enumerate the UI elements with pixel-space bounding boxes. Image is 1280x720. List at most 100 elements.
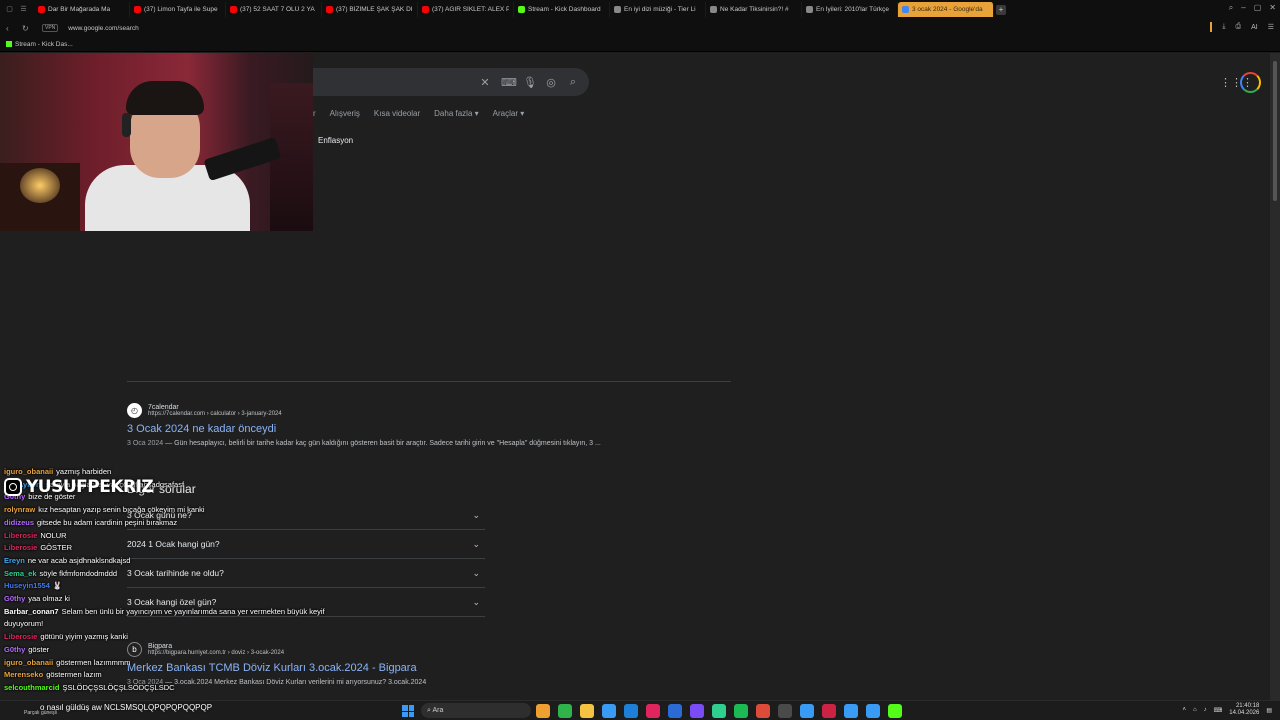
close-icon[interactable]: ✕ [1269, 3, 1276, 13]
scrollbar[interactable] [1270, 53, 1280, 700]
tab-favicon-icon [326, 6, 333, 13]
chat-username: iguro_obanaii [4, 657, 54, 667]
minimize-icon[interactable]: – [1241, 3, 1245, 13]
bookmark-kick-dashboard[interactable]: Stream - Kick Das... [15, 41, 73, 48]
network-icon[interactable]: ⌂ [1193, 707, 1197, 713]
tab-favicon-icon [422, 6, 429, 13]
maximize-icon[interactable]: ▢ [1254, 3, 1262, 13]
instagram-handle: YUSUFPEKRIZ [4, 477, 154, 497]
sidebar-toggle-icon[interactable]: ▢ [5, 5, 14, 14]
taskbar-app-icon[interactable] [602, 704, 616, 718]
clear-icon[interactable]: ✕ [479, 76, 491, 89]
search-filters: r Alışveriş Kısa videolar Daha fazla ▾ Araçl… [313, 109, 524, 118]
taskbar-search[interactable]: ⌕ Ara [421, 703, 531, 718]
result-url[interactable]: https://7calendar.com › calculator › 3-j… [148, 411, 282, 417]
chevron-down-icon[interactable]: ⌄ [472, 568, 485, 579]
filter-tab[interactable]: Araçlar ▾ [493, 109, 525, 118]
browser-tab[interactable]: (37) Limon Tayfa ile Supe [130, 2, 226, 17]
browser-tab[interactable]: 3 ocak 2024 - Google'da [898, 2, 994, 17]
chat-username: Liberosie [4, 530, 38, 540]
taskbar-app-icon[interactable] [844, 704, 858, 718]
taskbar-app-icon[interactable] [778, 704, 792, 718]
taskbar-app-icon[interactable] [646, 704, 660, 718]
address-bar: ‹ ↻ VPN www.google.com/search ⤓ ⎙ AI ☰ [0, 19, 1280, 37]
search-icon[interactable]: ⌕ [567, 76, 579, 89]
microphone-icon[interactable]: 🎙 [523, 76, 537, 89]
browser-tab[interactable]: Dar Bir Mağarada Ma [34, 2, 130, 17]
stream-chat: iguro_obanaii yazmış harbiden AyoAyberk sar… [4, 466, 334, 695]
taskbar-app-icon[interactable] [580, 704, 594, 718]
browser-tab[interactable]: Stream - Kick Dashboard [514, 2, 610, 17]
search-tabs-icon[interactable]: ⌕ [1229, 3, 1233, 13]
result-title[interactable]: 3 Ocak 2024 ne kadar önceydi [127, 423, 727, 435]
tab-label: (37) BİZİMLE ŞAK ŞAK DI [336, 6, 413, 13]
tab-label: Stream - Kick Dashboard [528, 6, 601, 13]
url-field[interactable]: www.google.com/search [68, 25, 138, 32]
taskbar-app-icon[interactable] [536, 704, 550, 718]
tray-chevron-icon[interactable]: ˄ [1182, 707, 1186, 713]
taskbar-app-icon[interactable] [558, 704, 572, 718]
account-avatar[interactable] [1240, 72, 1261, 93]
filter-tab[interactable]: Daha fazla ▾ [434, 109, 478, 118]
tab-label: Dar Bir Mağarada Ma [48, 6, 111, 13]
browser-tab[interactable]: En iyi dizi müziği - Tier Li [610, 2, 706, 17]
back-icon[interactable]: ‹ [6, 24, 16, 33]
browser-tab[interactable]: (37) AĞIR SIKLET: ALEX P [418, 2, 514, 17]
chat-message: didizeus gitsede bu adam icardinin peşini… [4, 517, 334, 530]
taskbar-app-icon[interactable] [668, 704, 682, 718]
taskbar-app-icon[interactable] [712, 704, 726, 718]
vpn-badge[interactable]: VPN [42, 24, 59, 32]
browser-tab[interactable]: (37) 52 SAAT 7 ÖLÜ 2 YA [226, 2, 322, 17]
tab-label: En iyi dizi müziği - Tier Li [624, 6, 696, 13]
chat-username: didizeus [4, 517, 35, 527]
taskbar-app-icon[interactable] [690, 704, 704, 718]
chat-text: yazmış harbiden [56, 467, 112, 476]
tab-favicon-icon [518, 6, 525, 13]
filter-tab[interactable]: Kısa videolar [374, 109, 420, 118]
taskbar-app-icon[interactable] [800, 704, 814, 718]
browser-tab[interactable]: Ne Kadar Tiksinirsin?! # [706, 2, 802, 17]
scrollbar-thumb[interactable] [1273, 61, 1277, 201]
language-icon[interactable]: ⌨ [1214, 707, 1223, 714]
search-input[interactable]: ✕ ⌨ 🎙 ◎ ⌕ [313, 68, 589, 96]
extensions-icon[interactable]: ⎙ [1235, 23, 1241, 31]
new-tab-button[interactable]: + [996, 4, 1006, 15]
tab-favicon-icon [38, 6, 45, 13]
chat-text: kız hesaptan yazıp senin bıçağa çökeyim … [38, 505, 205, 515]
chevron-down-icon[interactable]: ⌄ [472, 539, 485, 550]
site-favicon: ◴ [127, 403, 142, 418]
menu-icon[interactable]: ☰ [1268, 23, 1274, 31]
taskbar-app-icon[interactable] [888, 704, 902, 718]
chevron-down-icon[interactable]: ⌄ [472, 510, 485, 521]
windows-start-icon[interactable] [402, 705, 414, 717]
chat-username: Barbar_conan7 [4, 606, 59, 616]
search-result: ◴ 7calendar https://7calendar.com › calc… [127, 403, 727, 450]
taskbar-app-icon[interactable] [624, 704, 638, 718]
chevron-down-icon[interactable]: ⌄ [472, 597, 485, 608]
tab-label: En İyileri: 2010'lar Türkçe [816, 6, 890, 13]
volume-icon[interactable]: ♪ [1204, 707, 1207, 713]
filter-tab[interactable]: Alışveriş [330, 109, 360, 118]
download-icon[interactable]: ⤓ [1222, 23, 1225, 31]
chat-message: Barbar_conan7 Selam ben ünlü bir yayıncıy… [4, 606, 334, 631]
taskbar-app-icon[interactable] [866, 704, 880, 718]
filter-tab[interactable]: r [313, 109, 316, 118]
workspaces-icon[interactable]: ☰ [19, 5, 28, 14]
notifications-icon[interactable]: ▤ [1266, 707, 1272, 714]
taskbar-app-icon[interactable] [822, 704, 836, 718]
taskbar-app-icon[interactable] [734, 704, 748, 718]
ai-button[interactable]: AI [1251, 24, 1258, 31]
result-snippet: 3 Oca 2024 — Gün hesaplayıcı, belirli bi… [127, 440, 601, 447]
browser-tab[interactable]: En İyileri: 2010'lar Türkçe [802, 2, 898, 17]
browser-tab[interactable]: (37) BİZİMLE ŞAK ŞAK DI [322, 2, 418, 17]
keyboard-icon[interactable]: ⌨ [501, 76, 517, 89]
chat-username: iguro_obanaii [4, 467, 54, 476]
tab-label: (37) Limon Tayfa ile Supe [144, 6, 218, 13]
chat-text: göstermen lazımmmm [56, 657, 131, 667]
chat-username: Liberosie [4, 543, 38, 553]
clock[interactable]: 21:40:18 14.04.2026 [1229, 703, 1259, 717]
lens-icon[interactable]: ◎ [545, 76, 557, 89]
reload-icon[interactable]: ↻ [22, 24, 32, 33]
taskbar-app-icon[interactable] [756, 704, 770, 718]
related-chip[interactable]: Enflasyon [313, 133, 358, 149]
